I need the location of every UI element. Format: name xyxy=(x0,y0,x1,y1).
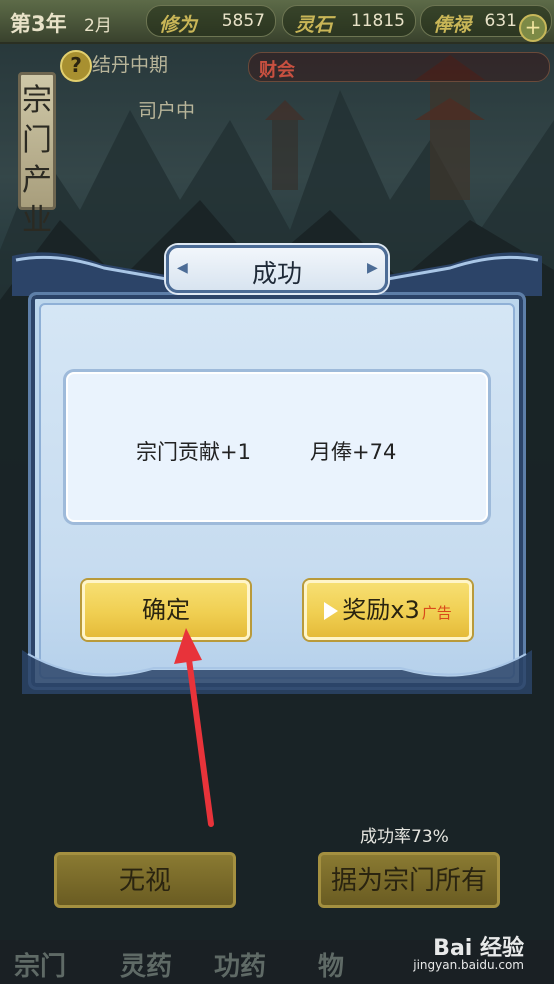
finance-pill: 财会 xyxy=(248,52,550,82)
tab-herbs[interactable]: 灵药 xyxy=(120,946,172,983)
month-label: 2月 xyxy=(84,16,112,36)
year-label: 第3年 xyxy=(10,12,67,36)
dialog-title-plate: ◀ 成功 ▶ xyxy=(166,245,388,293)
add-salary-button[interactable]: + xyxy=(519,14,547,42)
cultivation-counter: 修为 5857 xyxy=(146,5,276,37)
confirm-button[interactable]: 确定 xyxy=(82,580,250,640)
claim-for-sect-button[interactable]: 据为宗门所有 xyxy=(318,852,500,908)
watermark-url: jingyan.baidu.com xyxy=(413,958,524,972)
position-label: 司户中 xyxy=(138,100,196,122)
ignore-button[interactable]: 无视 xyxy=(54,852,236,908)
salary-counter: 俸禄 631 + xyxy=(420,5,552,42)
dialog-title: 成功 xyxy=(251,259,302,288)
reward-summary-box: 宗门贡献+1 月俸+74 xyxy=(66,372,488,522)
finance-key: 财会 xyxy=(259,60,295,81)
help-icon[interactable]: ? xyxy=(60,50,92,82)
spirit-stone-key: 灵石 xyxy=(295,14,334,36)
play-video-icon xyxy=(324,602,339,620)
reward-sect-contribution: 宗门贡献+1 xyxy=(136,440,251,464)
ad-badge: 广告 xyxy=(421,604,452,622)
salary-key: 俸禄 xyxy=(433,14,472,36)
confirm-label: 确定 xyxy=(142,596,190,624)
cultivation-value: 5857 xyxy=(221,11,265,31)
spirit-stone-value: 11815 xyxy=(350,11,405,31)
reward-monthly-salary: 月俸+74 xyxy=(310,440,397,464)
success-rate-label: 成功率73% xyxy=(360,827,449,847)
reward-x3-ad-button[interactable]: 奖励x3 广告 xyxy=(304,580,472,640)
sect-industry-tab[interactable]: 宗门产业 xyxy=(18,72,56,238)
right-ornament-icon: ▶ xyxy=(367,260,378,276)
cultivation-key: 修为 xyxy=(159,14,198,36)
reward-x3-label: 奖励x3 xyxy=(342,596,420,624)
salary-value: 631 xyxy=(484,11,517,31)
tab-skills[interactable]: 功药 xyxy=(214,946,266,983)
reward-x3-content: 奖励x3 广告 xyxy=(324,596,452,624)
realm-label: 结丹中期 xyxy=(92,54,169,76)
tab-sect[interactable]: 宗门 xyxy=(14,946,66,983)
spirit-stone-counter: 灵石 11815 xyxy=(282,5,416,37)
status-bar: 第3年 2月 修为 5857 灵石 11815 俸禄 631 + xyxy=(0,0,554,44)
tab-items[interactable]: 物 xyxy=(318,946,344,983)
